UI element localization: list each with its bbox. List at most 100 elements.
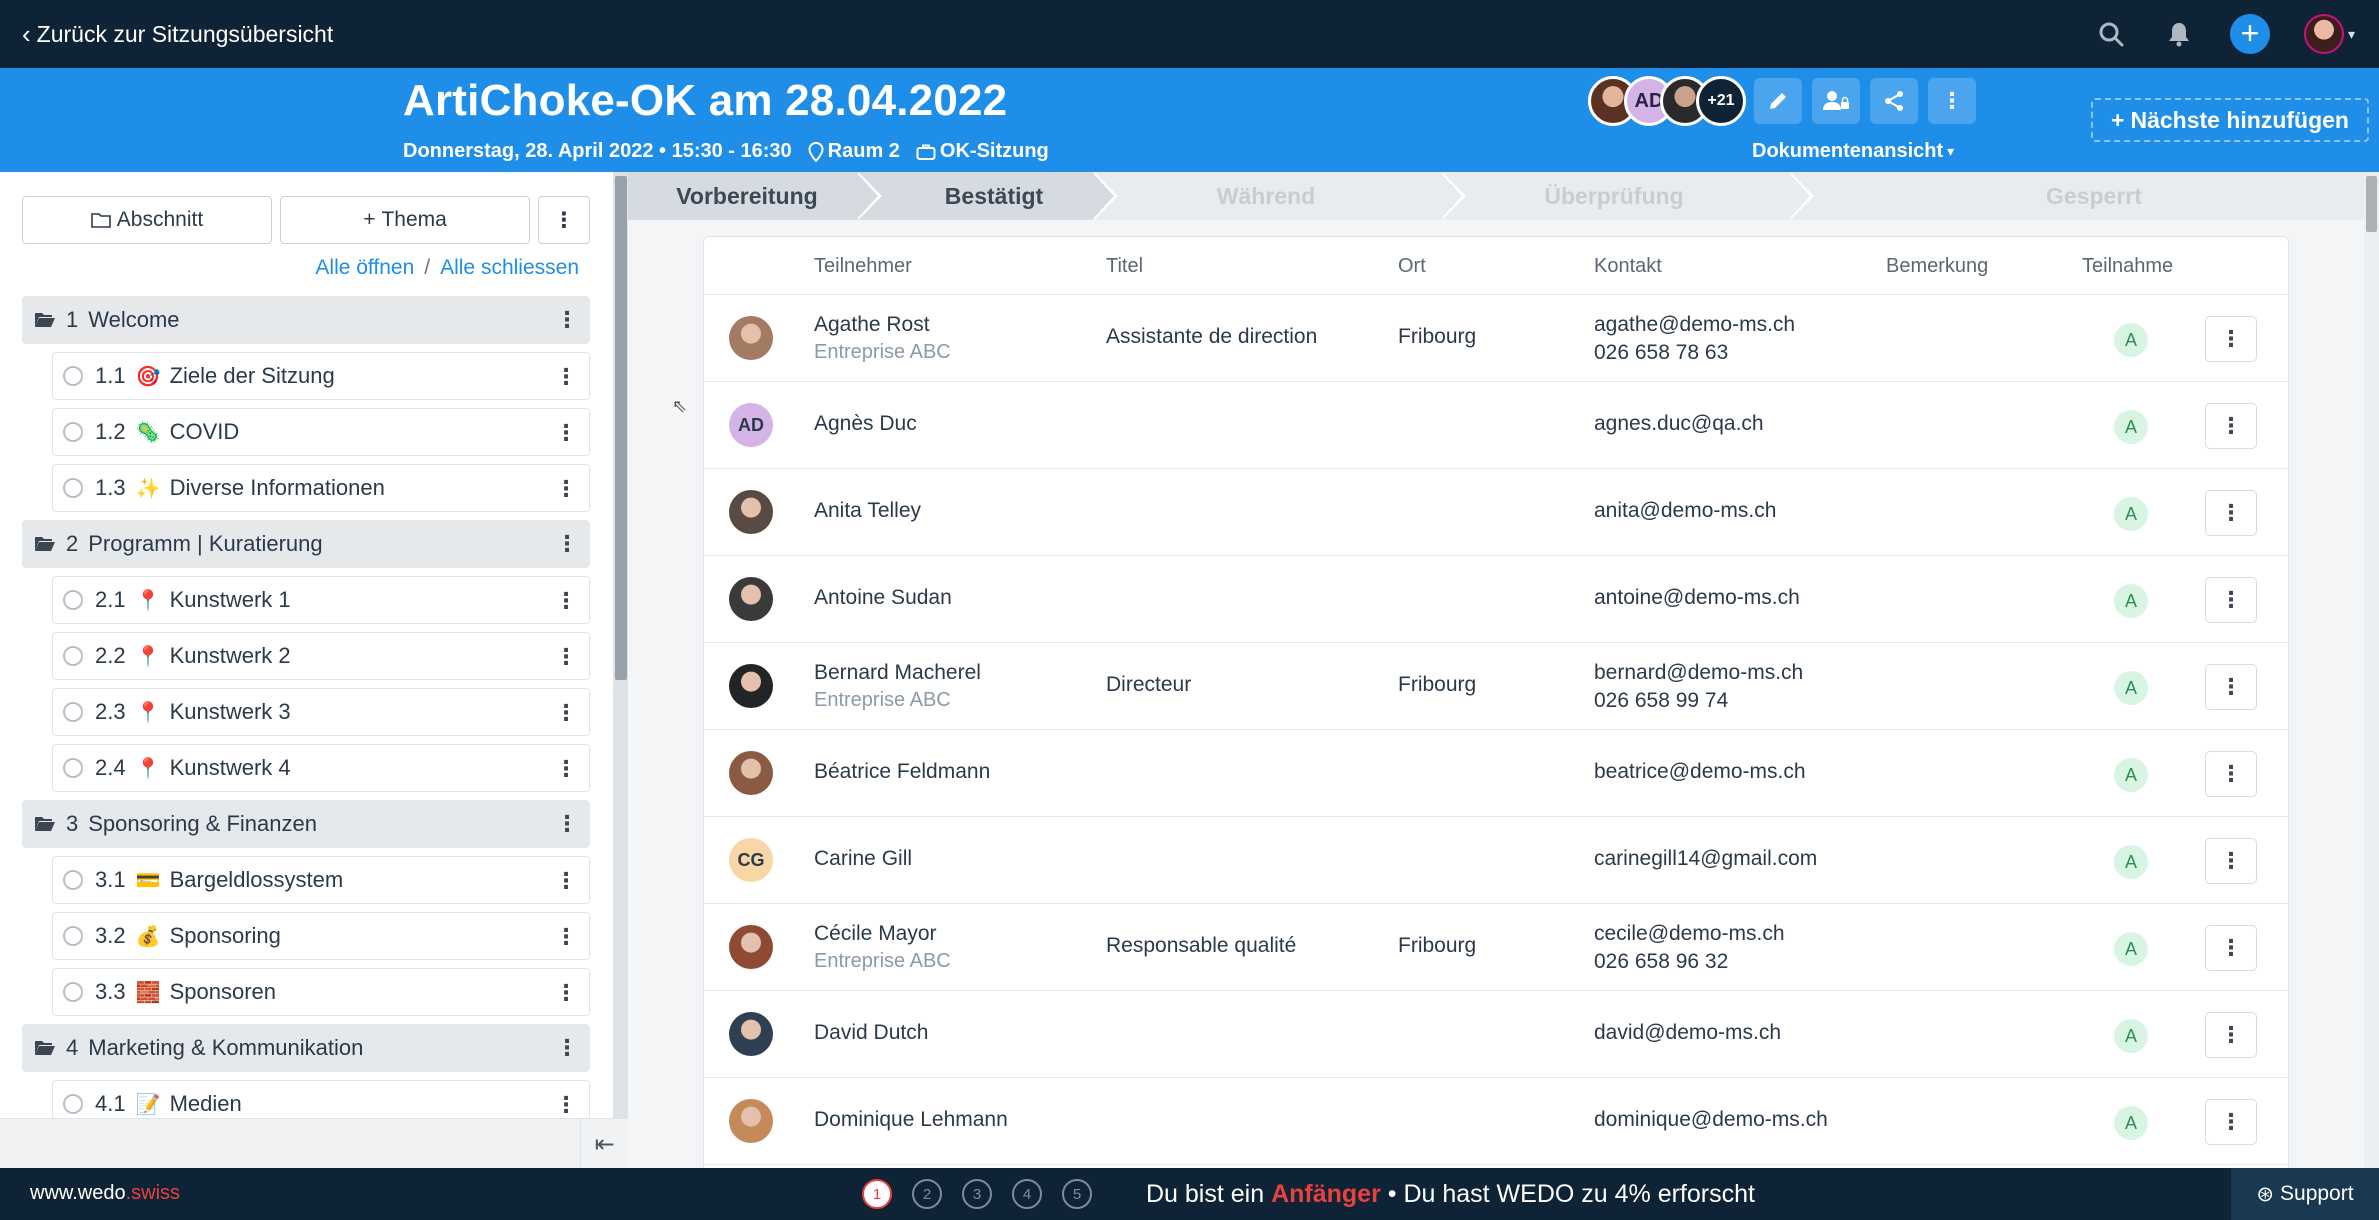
item-status-radio[interactable] <box>63 1094 83 1114</box>
more-vertical-icon[interactable]: ⋮ <box>555 465 577 513</box>
table-row[interactable]: Anita Telley anita@demo-ms.ch A ⋮ <box>704 469 2288 556</box>
collapse-panel-button[interactable]: ⇤ <box>580 1119 628 1169</box>
participant-name[interactable]: Cécile Mayor <box>814 922 937 946</box>
onboarding-step[interactable]: 2 <box>912 1179 942 1209</box>
attendance-badge[interactable]: A <box>2114 845 2148 879</box>
item-status-radio[interactable] <box>63 926 83 946</box>
attendance-badge[interactable]: A <box>2114 758 2148 792</box>
more-actions-button[interactable]: ⋮ <box>1928 78 1976 124</box>
item-status-radio[interactable] <box>63 870 83 890</box>
onboarding-step[interactable]: 4 <box>1012 1179 1042 1209</box>
attendance-badge[interactable]: A <box>2114 497 2148 531</box>
more-vertical-icon[interactable]: ⋮ <box>555 913 577 961</box>
agenda-item[interactable]: 3.2 💰 Sponsoring ⋮ <box>52 912 590 960</box>
participant-email[interactable]: antoine@demo-ms.ch <box>1594 586 1800 610</box>
row-menu-button[interactable]: ⋮ <box>2205 925 2257 971</box>
search-icon[interactable] <box>2094 17 2128 51</box>
agenda-scrollbar-thumb[interactable] <box>615 176 627 680</box>
item-status-radio[interactable] <box>63 422 83 442</box>
page-scrollbar[interactable] <box>2364 172 2379 1168</box>
row-menu-button[interactable]: ⋮ <box>2205 1099 2257 1145</box>
agenda-section[interactable]: 3 Sponsoring & Finanzen ⋮ <box>22 800 590 848</box>
agenda-section[interactable]: 2 Programm | Kuratierung ⋮ <box>22 520 590 568</box>
participant-name[interactable]: Antoine Sudan <box>814 586 952 610</box>
participant-email[interactable]: david@demo-ms.ch <box>1594 1021 1781 1045</box>
add-section-button[interactable]: Abschnitt <box>22 196 272 244</box>
more-vertical-icon[interactable]: ⋮ <box>555 969 577 1017</box>
table-row[interactable]: Béatrice Feldmann beatrice@demo-ms.ch A … <box>704 730 2288 817</box>
participant-email[interactable]: beatrice@demo-ms.ch <box>1594 760 1806 784</box>
step-locked[interactable]: Gesperrt <box>1788 172 2364 220</box>
agenda-item[interactable]: 3.3 🧱 Sponsoren ⋮ <box>52 968 590 1016</box>
more-vertical-icon[interactable]: ⋮ <box>555 353 577 401</box>
participant-name[interactable]: Agathe Rost <box>814 313 930 337</box>
participant-email[interactable]: bernard@demo-ms.ch <box>1594 661 1803 685</box>
more-vertical-icon[interactable]: ⋮ <box>555 633 577 681</box>
row-menu-button[interactable]: ⋮ <box>2205 403 2257 449</box>
bell-icon[interactable] <box>2162 17 2196 51</box>
onboarding-step[interactable]: 3 <box>962 1179 992 1209</box>
attendance-badge[interactable]: A <box>2114 1106 2148 1140</box>
item-status-radio[interactable] <box>63 702 83 722</box>
participant-email[interactable]: agnes.duc@qa.ch <box>1594 412 1764 436</box>
user-menu[interactable]: ▾ <box>2303 14 2355 54</box>
column-contact[interactable]: Kontakt <box>1594 255 1662 278</box>
agenda-item[interactable]: 2.4 📍 Kunstwerk 4 ⋮ <box>52 744 590 792</box>
participant-phone[interactable]: 026 658 96 32 <box>1594 950 1728 974</box>
participant-name[interactable]: Bernard Macherel <box>814 661 981 685</box>
participant-name[interactable]: Béatrice Feldmann <box>814 760 990 784</box>
item-status-radio[interactable] <box>63 366 83 386</box>
create-plus-button[interactable]: + <box>2229 14 2270 54</box>
more-vertical-icon[interactable]: ⋮ <box>555 689 577 737</box>
column-remark[interactable]: Bemerkung <box>1886 255 1988 278</box>
more-vertical-icon[interactable]: ⋮ <box>556 296 578 344</box>
document-view-dropdown[interactable]: Dokumentenansicht ▾ <box>1752 140 1954 163</box>
row-menu-button[interactable]: ⋮ <box>2205 577 2257 623</box>
share-button[interactable] <box>1870 78 1918 124</box>
attendance-badge[interactable]: A <box>2114 932 2148 966</box>
item-status-radio[interactable] <box>63 982 83 1002</box>
participant-name[interactable]: Agnès Duc <box>814 412 917 436</box>
agenda-section[interactable]: 1 Welcome ⋮ <box>22 296 590 344</box>
brand-link[interactable]: www.wedo.swiss <box>30 1182 180 1205</box>
agenda-more-button[interactable]: ⋮ <box>538 196 590 244</box>
agenda-section[interactable]: 4 Marketing & Kommunikation ⋮ <box>22 1024 590 1072</box>
step-confirmed[interactable]: Bestätigt <box>856 172 1118 220</box>
row-menu-button[interactable]: ⋮ <box>2205 664 2257 710</box>
row-menu-button[interactable]: ⋮ <box>2205 1012 2257 1058</box>
attendance-badge[interactable]: A <box>2114 410 2148 444</box>
table-row[interactable]: CG Carine Gill carinegill14@gmail.com A … <box>704 817 2288 904</box>
participant-phone[interactable]: 026 658 78 63 <box>1594 341 1728 365</box>
attendance-badge[interactable]: A <box>2114 323 2148 357</box>
participants-avatars[interactable]: AD +21 <box>1588 76 1746 126</box>
step-preparation[interactable]: Vorbereitung <box>628 172 882 220</box>
agenda-item[interactable]: 2.2 📍 Kunstwerk 2 ⋮ <box>52 632 590 680</box>
table-row[interactable]: Bernard Macherel Entreprise ABC Directeu… <box>704 643 2288 730</box>
close-all-link[interactable]: Alle schliessen <box>440 256 579 280</box>
attendance-badge[interactable]: A <box>2114 671 2148 705</box>
participant-email[interactable]: anita@demo-ms.ch <box>1594 499 1776 523</box>
page-scrollbar-thumb[interactable] <box>2366 176 2377 232</box>
participant-name[interactable]: Carine Gill <box>814 847 912 871</box>
column-title[interactable]: Titel <box>1106 255 1143 278</box>
more-vertical-icon[interactable]: ⋮ <box>555 577 577 625</box>
agenda-scrollbar[interactable] <box>614 172 628 1168</box>
column-location[interactable]: Ort <box>1398 255 1426 278</box>
column-participant[interactable]: Teilnehmer <box>814 255 912 278</box>
more-vertical-icon[interactable]: ⋮ <box>555 745 577 793</box>
row-menu-button[interactable]: ⋮ <box>2205 490 2257 536</box>
more-vertical-icon[interactable]: ⋮ <box>556 1024 578 1072</box>
participant-email[interactable]: dominique@demo-ms.ch <box>1594 1108 1828 1132</box>
more-vertical-icon[interactable]: ⋮ <box>556 520 578 568</box>
manage-participants-button[interactable] <box>1812 78 1860 124</box>
participant-name[interactable]: David Dutch <box>814 1021 928 1045</box>
agenda-item[interactable]: 2.3 📍 Kunstwerk 3 ⋮ <box>52 688 590 736</box>
item-status-radio[interactable] <box>63 478 83 498</box>
table-row[interactable]: David Dutch david@demo-ms.ch A ⋮ <box>704 991 2288 1078</box>
table-row[interactable]: Dominique Lehmann dominique@demo-ms.ch A… <box>704 1078 2288 1165</box>
item-status-radio[interactable] <box>63 758 83 778</box>
table-row[interactable]: Cécile Mayor Entreprise ABC Responsable … <box>704 904 2288 991</box>
row-menu-button[interactable]: ⋮ <box>2205 838 2257 884</box>
more-vertical-icon[interactable]: ⋮ <box>555 857 577 905</box>
participant-name[interactable]: Anita Telley <box>814 499 921 523</box>
